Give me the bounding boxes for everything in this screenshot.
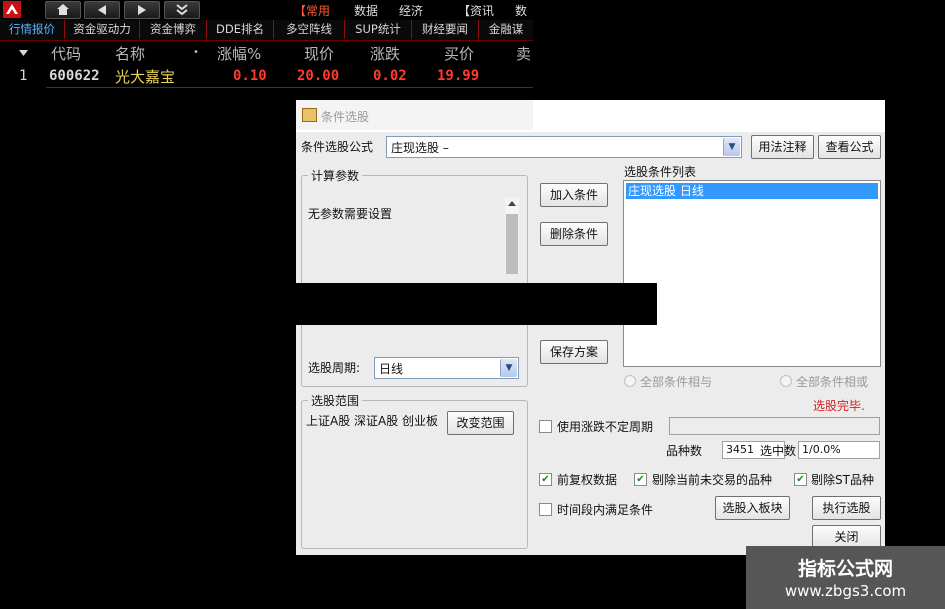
triangle-left-icon	[98, 5, 106, 15]
tab-dde-rank[interactable]: DDE排名	[207, 20, 274, 39]
tab-fund-game[interactable]: 资金博弈	[140, 20, 207, 39]
dialog-window-icon	[302, 108, 317, 122]
tab-finance-strategy[interactable]: 金融谋	[479, 20, 533, 39]
home-icon	[57, 4, 69, 15]
app-logo-icon	[3, 1, 21, 18]
menu-data[interactable]: 数据	[354, 2, 378, 19]
dialog-titlebar[interactable]: 条件选股	[296, 100, 533, 130]
save-plan-button[interactable]: 保存方案	[540, 340, 608, 364]
tab-fund-driver[interactable]: 资金驱动力	[65, 20, 140, 39]
change-pct-value: 0.10	[233, 68, 267, 84]
col-header-ask[interactable]: 卖	[516, 43, 531, 64]
condition-list-label: 选股条件列表	[624, 165, 697, 179]
tab-bar: 行情报价 资金驱动力 资金博弈 DDE排名 多空阵线 SUP统计 财经要闻 金融…	[0, 20, 533, 41]
adjusted-data-label: 前复权数据	[557, 473, 618, 487]
menu-news[interactable]: 【资讯	[458, 2, 494, 19]
usage-notes-button[interactable]: 用法注释	[751, 135, 814, 159]
add-condition-button[interactable]: 加入条件	[540, 183, 608, 207]
selected-label: 选中数	[760, 444, 797, 458]
menu-economy[interactable]: 经济	[399, 2, 423, 19]
range-group-title: 选股范围	[308, 392, 363, 409]
watermark-title: 指标公式网	[797, 558, 893, 580]
tab-long-short[interactable]: 多空阵线	[274, 20, 345, 39]
execute-screen-button[interactable]: 执行选股	[812, 496, 881, 520]
count-label: 品种数	[666, 444, 703, 458]
params-text: 无参数需要设置	[308, 207, 393, 221]
tab-finance-news[interactable]: 财经要闻	[412, 20, 479, 39]
stock-name: 光大嘉宝	[115, 68, 176, 86]
chevron-down-icon[interactable]: ▼	[723, 138, 740, 156]
radio-or-label: 全部条件相或	[796, 375, 869, 389]
price-value: 20.00	[297, 68, 340, 84]
chevron-down-icon[interactable]: ▼	[500, 359, 517, 377]
double-chevron-down-icon	[176, 4, 188, 16]
formula-label: 条件选股公式	[301, 140, 374, 154]
toolbar: 【常用 数据 经济 【资讯 数	[0, 0, 533, 20]
menu-common[interactable]: 【常用	[294, 2, 330, 19]
col-header-change-pct[interactable]: 涨幅%	[217, 43, 261, 64]
use-period-checkbox[interactable]	[539, 420, 552, 433]
forward-button[interactable]	[124, 1, 160, 19]
site-watermark: 指标公式网 www.zbgs3.com	[746, 546, 945, 609]
delete-condition-button[interactable]: 删除条件	[540, 222, 608, 246]
time-segment-label: 时间段内满足条件	[557, 503, 654, 517]
radio-and-label: 全部条件相与	[640, 375, 713, 389]
change-range-button[interactable]: 改变范围	[447, 411, 514, 435]
selected-field: 1/0.0%	[798, 441, 880, 459]
back-button[interactable]	[84, 1, 120, 19]
scroll-thumb[interactable]	[506, 214, 518, 274]
dialog-title: 条件选股	[321, 110, 370, 124]
params-scrollbar[interactable]	[505, 198, 519, 274]
view-formula-button[interactable]: 查看公式	[818, 135, 881, 159]
stock-code: 600622	[49, 68, 100, 84]
change-value: 0.02	[373, 68, 407, 84]
tab-quotes[interactable]: 行情报价	[0, 20, 65, 39]
col-header-name[interactable]: 名称	[115, 43, 145, 64]
condition-list[interactable]: 庄现选股 日线	[623, 180, 881, 367]
exclude-st-checkbox[interactable]: ✔	[794, 473, 807, 486]
radio-or[interactable]	[780, 375, 792, 387]
exclude-untraded-checkbox[interactable]: ✔	[634, 473, 647, 486]
menu-more[interactable]: 数	[515, 2, 527, 19]
formula-select[interactable]: 庄现选股 – ▼	[386, 136, 742, 158]
params-group: 计算参数 无参数需要设置 选股周期: 日线 ▼	[301, 167, 528, 387]
period-select[interactable]: 日线 ▼	[374, 357, 519, 379]
period-select-value: 日线	[379, 362, 404, 376]
stock-screener-dialog: 条件选股 条件选股公式 庄现选股 – ▼ 用法注释 查看公式 计算参数 无参数需…	[296, 100, 885, 555]
exclude-untraded-label: 剔除当前未交易的品种	[652, 473, 773, 487]
status-text: 选股完毕.	[813, 399, 865, 413]
more-button[interactable]	[164, 1, 200, 19]
col-header-price[interactable]: 现价	[304, 43, 334, 64]
sort-down-icon[interactable]	[19, 50, 28, 56]
add-to-block-button[interactable]: 选股入板块	[715, 496, 790, 520]
exclude-st-label: 剔除ST品种	[811, 473, 874, 487]
radio-and[interactable]	[624, 375, 636, 387]
period-label: 选股周期:	[308, 361, 361, 375]
bid-value: 19.99	[437, 68, 480, 84]
scroll-up-icon[interactable]	[508, 201, 516, 206]
watermark-url: www.zbgs3.com	[784, 582, 907, 600]
triangle-right-icon	[138, 5, 146, 15]
home-button[interactable]	[45, 1, 81, 19]
list-item[interactable]: 庄现选股 日线	[626, 183, 878, 199]
formula-select-value: 庄现选股 –	[391, 141, 449, 155]
use-period-label: 使用涨跌不定周期	[557, 420, 654, 434]
range-group: 选股范围 上证A股 深证A股 创业板 改变范围	[301, 392, 528, 549]
adjusted-data-checkbox[interactable]: ✔	[539, 473, 552, 486]
redaction-bar	[296, 283, 657, 325]
period-field[interactable]	[669, 417, 880, 435]
tab-sup-stats[interactable]: SUP统计	[345, 20, 412, 39]
row-divider	[46, 87, 533, 88]
range-text: 上证A股 深证A股 创业板	[306, 414, 439, 428]
col-header-dot: •	[193, 47, 199, 58]
col-header-change[interactable]: 涨跌	[370, 43, 400, 64]
col-header-bid[interactable]: 买价	[444, 43, 474, 64]
col-header-code[interactable]: 代码	[51, 43, 81, 64]
row-index: 1	[19, 68, 28, 84]
time-segment-checkbox[interactable]	[539, 503, 552, 516]
params-group-title: 计算参数	[308, 167, 363, 184]
